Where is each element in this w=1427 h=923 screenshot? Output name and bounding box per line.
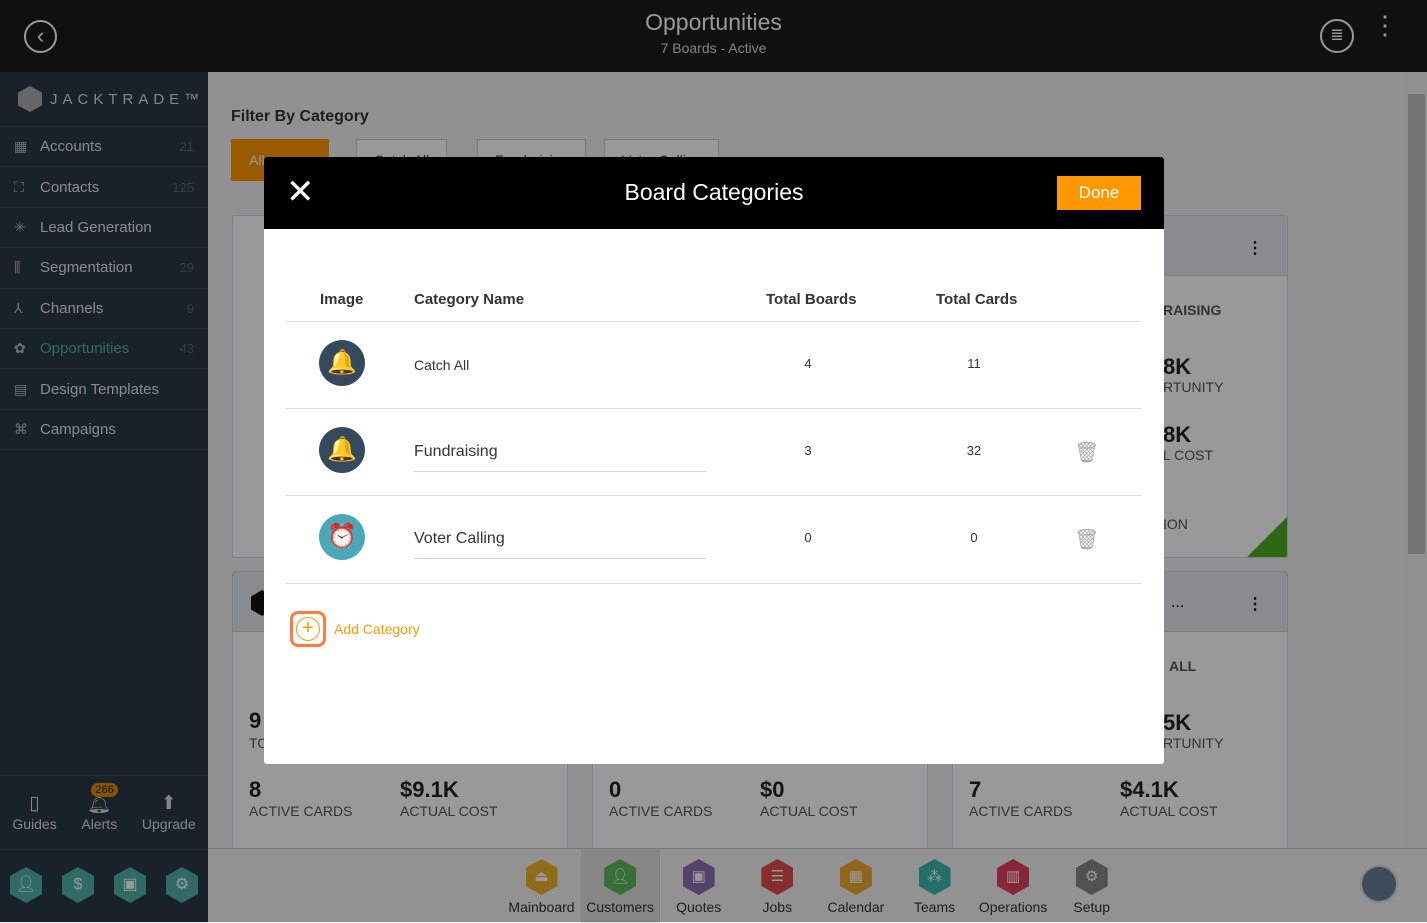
trash-icon[interactable]: 🗑︎ [1074, 527, 1099, 552]
col-total-cards: Total Cards [936, 291, 1018, 308]
total-boards: 0 [804, 530, 812, 545]
total-cards: 0 [970, 530, 978, 545]
add-category-button[interactable]: + Add Category [290, 611, 420, 647]
total-boards: 3 [804, 443, 812, 458]
category-name: Catch All [414, 357, 470, 373]
col-category-name: Category Name [414, 291, 525, 308]
plus-icon: + [296, 617, 320, 641]
category-name-input[interactable]: Fundraising [414, 443, 706, 472]
total-boards: 4 [804, 356, 812, 371]
category-row: 🔔 Fundraising 3 32 🗑︎ [286, 408, 1141, 495]
board-categories-modal: ✕ Board Categories Done Image Category N… [264, 157, 1164, 764]
total-cards: 32 [966, 443, 982, 458]
divider [286, 583, 1141, 584]
modal-title: Board Categories [624, 179, 804, 205]
bell-icon: 🔔 [319, 340, 365, 386]
done-button[interactable]: Done [1057, 176, 1141, 210]
alarm-clock-icon: ⏰ [319, 514, 365, 560]
category-row: 🔔 Catch All 4 11 [286, 321, 1141, 408]
bell-icon: 🔔 [319, 427, 365, 473]
col-total-boards: Total Boards [766, 291, 857, 308]
col-image: Image [320, 291, 364, 308]
trash-icon[interactable]: 🗑︎ [1074, 440, 1099, 465]
total-cards: 11 [967, 356, 981, 371]
category-row: ⏰ Voter Calling 0 0 🗑︎ [286, 495, 1141, 582]
category-name-input[interactable]: Voter Calling [414, 530, 706, 559]
